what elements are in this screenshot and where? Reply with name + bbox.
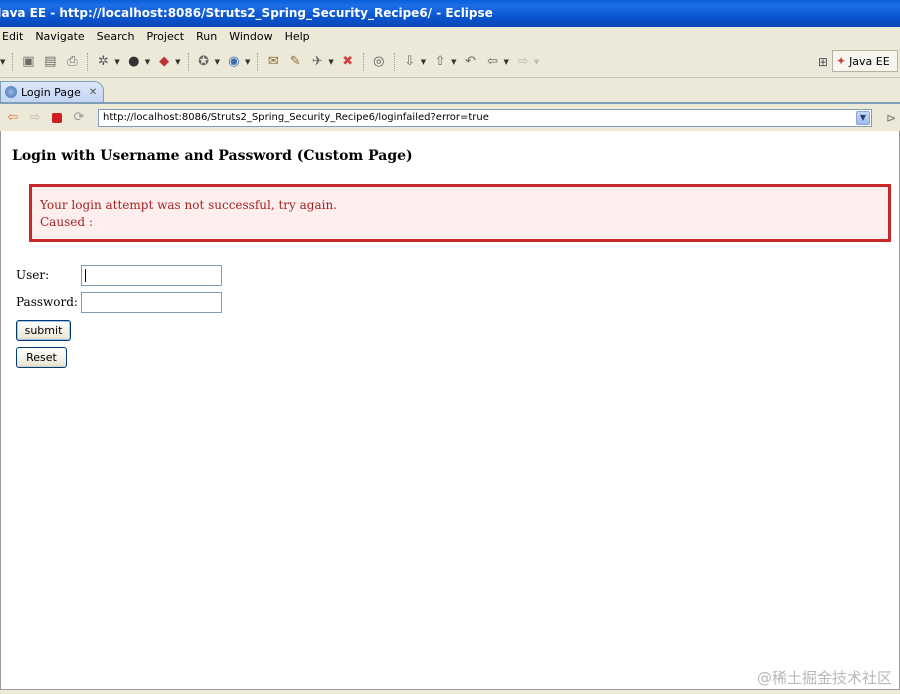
menu-search[interactable]: Search	[91, 27, 141, 46]
globe-dropdown-icon[interactable]: ▼	[245, 58, 250, 66]
chevron-down-icon[interactable]: ▼	[856, 111, 870, 125]
search-icon[interactable]: ✈	[309, 54, 325, 70]
username-field[interactable]	[81, 265, 222, 286]
url-input[interactable]: http://localhost:8086/Struts2_Spring_Sec…	[98, 109, 872, 127]
close-icon[interactable]: ✕	[89, 87, 97, 98]
save-icon[interactable]: ▣	[20, 54, 36, 70]
watermark: @稀土掘金技术社区	[756, 669, 892, 687]
previous-annotation-icon[interactable]: ⇧	[432, 54, 448, 70]
editor-tab-row: Login Page ✕	[0, 78, 900, 102]
web-browser-icon[interactable]: ◎	[371, 54, 387, 70]
external-tools-dropdown-icon[interactable]: ▼	[175, 58, 180, 66]
forward-history-icon[interactable]: ⇨	[515, 54, 531, 70]
next-annotation-icon[interactable]: ⇩	[402, 54, 418, 70]
error-message: Your login attempt was not successful, t…	[40, 198, 337, 212]
browser-nav-bar: ⇦ ⇨ ⟳ http://localhost:8086/Struts2_Spri…	[0, 102, 900, 131]
perspective-switcher[interactable]: ✦ Java EE	[832, 50, 898, 72]
print-icon[interactable]: ⎙	[64, 54, 80, 70]
debug-dropdown-icon[interactable]: ▼	[114, 58, 119, 66]
main-toolbar: ▼ ▣ ▤ ⎙ ✲ ▼ ● ▼ ◆ ▼ ✪ ▼ ◉ ▼ ✉ ✎ ✈ ▼ ✖ ◎ …	[0, 46, 900, 78]
submit-button[interactable]: submit	[16, 320, 71, 341]
forward-icon[interactable]: ⇨	[28, 110, 42, 125]
external-tools-icon[interactable]: ◆	[156, 54, 172, 70]
open-type-icon[interactable]: ✉	[265, 54, 281, 70]
go-icon[interactable]: ⊳	[886, 111, 896, 125]
open-perspective-icon[interactable]: ⊞	[818, 55, 828, 69]
run-dropdown-icon[interactable]: ▼	[145, 58, 150, 66]
menu-run[interactable]: Run	[190, 27, 223, 46]
save-all-icon[interactable]: ▤	[42, 54, 58, 70]
toolbar-separator	[393, 52, 395, 71]
toolbar-separator	[12, 52, 14, 71]
search-dropdown-icon[interactable]: ▼	[328, 58, 333, 66]
error-cause: Caused :	[40, 215, 93, 229]
server-dropdown-icon[interactable]: ▼	[215, 58, 220, 66]
url-text: http://localhost:8086/Struts2_Spring_Sec…	[103, 112, 489, 123]
toolbar-separator	[187, 52, 189, 71]
menu-bar: Edit Navigate Search Project Run Window …	[0, 27, 900, 46]
next-annotation-dropdown-icon[interactable]: ▼	[421, 58, 426, 66]
globe-icon[interactable]: ◉	[226, 54, 242, 70]
toolbar-separator	[362, 52, 364, 71]
open-resource-icon[interactable]: ✎	[287, 54, 303, 70]
globe-icon	[5, 86, 17, 98]
toolbar-separator	[257, 52, 259, 71]
new-dropdown-icon[interactable]: ▼	[0, 58, 5, 66]
java-ee-perspective-icon: ✦	[836, 54, 847, 68]
task-icon[interactable]: ✖	[340, 54, 356, 70]
error-message-box: Your login attempt was not successful, t…	[29, 184, 891, 242]
toolbar-separator	[87, 52, 89, 71]
forward-history-dropdown-icon[interactable]: ▼	[534, 58, 539, 66]
password-field[interactable]	[81, 292, 222, 313]
menu-window[interactable]: Window	[223, 27, 278, 46]
menu-navigate[interactable]: Navigate	[29, 27, 90, 46]
last-edit-icon[interactable]: ↶	[463, 54, 479, 70]
back-icon[interactable]: ⇦	[6, 110, 20, 125]
user-label: User:	[16, 268, 50, 282]
run-icon[interactable]: ●	[126, 54, 142, 70]
menu-help[interactable]: Help	[279, 27, 316, 46]
back-history-dropdown-icon[interactable]: ▼	[504, 58, 509, 66]
tab-label: Login Page	[21, 85, 81, 99]
menu-edit[interactable]: Edit	[0, 27, 29, 46]
tab-login-page[interactable]: Login Page ✕	[0, 81, 104, 102]
refresh-icon[interactable]: ⟳	[72, 110, 86, 125]
window-bottom-border	[0, 689, 900, 694]
page-title: Login with Username and Password (Custom…	[12, 148, 413, 164]
perspective-label: Java EE	[849, 54, 890, 68]
browser-content: Login with Username and Password (Custom…	[0, 131, 900, 689]
server-icon[interactable]: ✪	[196, 54, 212, 70]
window-title-bar: Java EE - http://localhost:8086/Struts2_…	[0, 0, 900, 27]
menu-project[interactable]: Project	[140, 27, 190, 46]
debug-icon[interactable]: ✲	[95, 54, 111, 70]
reset-button[interactable]: Reset	[16, 347, 67, 368]
back-history-icon[interactable]: ⇦	[485, 54, 501, 70]
previous-annotation-dropdown-icon[interactable]: ▼	[451, 58, 456, 66]
password-label: Password:	[16, 295, 78, 309]
window-title: Java EE - http://localhost:8086/Struts2_…	[0, 6, 493, 20]
stop-icon[interactable]	[52, 112, 62, 123]
